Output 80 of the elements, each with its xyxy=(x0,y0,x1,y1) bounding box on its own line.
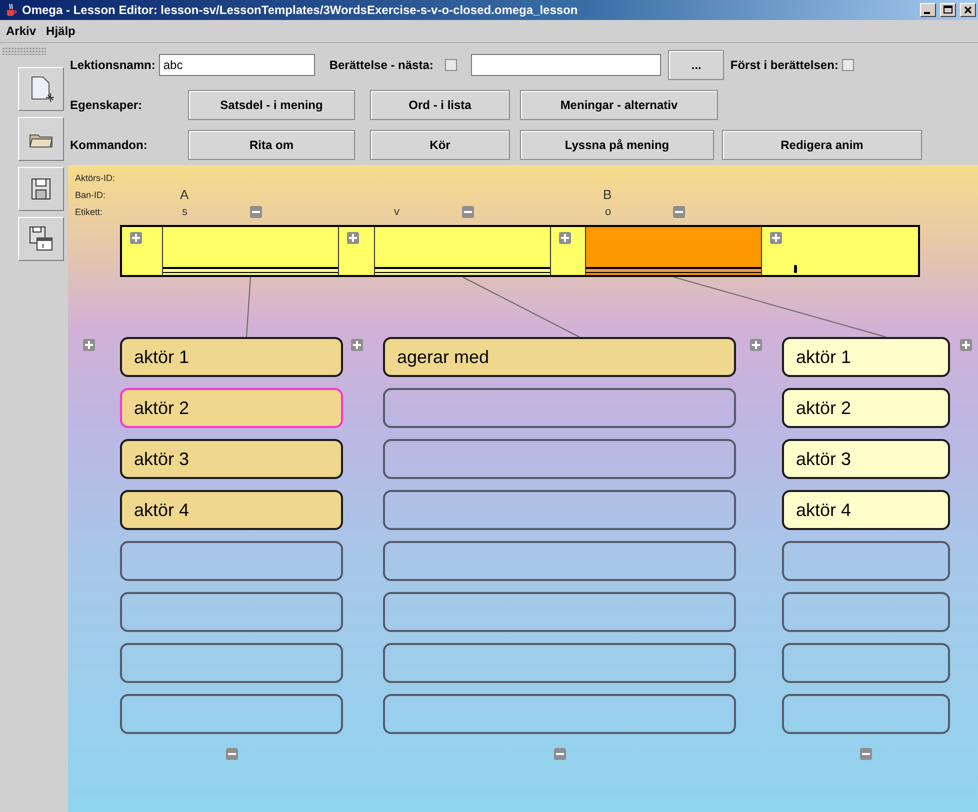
checkbox[interactable] xyxy=(445,59,458,71)
plus-icon[interactable] xyxy=(83,339,95,351)
empty-slot[interactable] xyxy=(782,541,950,581)
empty-slot[interactable] xyxy=(383,490,736,530)
empty-slot[interactable] xyxy=(120,694,343,734)
story-next-field[interactable] xyxy=(471,54,662,76)
slot-label: s xyxy=(182,206,188,218)
save-as-button[interactable] xyxy=(18,217,64,261)
browse-button[interactable]: ... xyxy=(668,50,724,80)
command-button[interactable]: Redigera anim xyxy=(722,130,922,160)
plus-icon[interactable] xyxy=(559,232,571,244)
minus-icon[interactable] xyxy=(250,206,262,218)
window-title: Omega - Lesson Editor: lesson-sv/LessonTemplates/3WordsExercise-s-v-o-closed.omega_lesson xyxy=(22,3,579,17)
field-label: Lektionsnamn: xyxy=(70,58,156,72)
row-label: Etikett: xyxy=(75,206,104,218)
word-card[interactable]: aktör 4 xyxy=(782,490,950,530)
minus-icon[interactable] xyxy=(462,206,474,218)
word-card[interactable]: aktör 3 xyxy=(120,439,343,479)
plus-icon[interactable] xyxy=(130,232,142,244)
maximize-icon[interactable] xyxy=(940,3,956,17)
property-button[interactable]: Satsdel - i mening xyxy=(188,90,355,120)
command-button[interactable]: Lyssna på mening xyxy=(520,130,714,160)
empty-slot[interactable] xyxy=(383,439,736,479)
empty-slot[interactable] xyxy=(383,592,736,632)
command-button[interactable]: Kör xyxy=(370,130,510,160)
empty-slot[interactable] xyxy=(120,643,343,683)
command-button[interactable]: Rita om xyxy=(188,130,355,160)
open-button[interactable] xyxy=(18,117,64,161)
empty-slot[interactable] xyxy=(782,592,950,632)
minus-icon[interactable] xyxy=(860,748,872,760)
word-card[interactable]: aktör 2 xyxy=(120,388,343,428)
empty-slot[interactable] xyxy=(383,694,736,734)
empty-slot[interactable] xyxy=(383,541,736,581)
property-button[interactable]: Ord - i lista xyxy=(370,90,510,120)
minus-icon[interactable] xyxy=(554,748,566,760)
empty-slot[interactable] xyxy=(782,694,950,734)
minus-icon[interactable] xyxy=(226,748,238,760)
slot[interactable] xyxy=(162,227,339,275)
word-card[interactable]: aktör 4 xyxy=(120,490,343,530)
empty-slot[interactable] xyxy=(120,592,343,632)
word-card[interactable]: agerar med xyxy=(383,337,736,377)
field-label: Först i berättelsen: xyxy=(730,58,838,72)
empty-slot[interactable] xyxy=(383,388,736,428)
plus-icon[interactable] xyxy=(770,232,782,244)
ban-id: A xyxy=(180,187,189,202)
minus-icon[interactable] xyxy=(673,206,685,218)
row-label: Kommandon: xyxy=(70,138,148,152)
property-button[interactable]: Meningar - alternativ xyxy=(520,90,718,120)
menu-item[interactable]: Arkiv xyxy=(6,24,36,38)
slot[interactable] xyxy=(374,227,551,275)
close-icon[interactable] xyxy=(960,3,976,17)
connector-line xyxy=(246,276,251,338)
word-card[interactable]: aktör 1 xyxy=(120,337,343,377)
empty-slot[interactable] xyxy=(120,541,343,581)
new-file-button[interactable] xyxy=(18,67,64,111)
word-card[interactable]: aktör 2 xyxy=(782,388,950,428)
slot-label: v xyxy=(394,206,400,218)
row-label: Ban-ID: xyxy=(75,188,107,202)
word-card[interactable]: aktör 3 xyxy=(782,439,950,479)
slot-label: o xyxy=(605,206,612,218)
empty-slot[interactable] xyxy=(782,643,950,683)
row-label: Aktörs-ID: xyxy=(75,172,116,184)
toolbar-grip[interactable] xyxy=(2,47,46,55)
save-button[interactable] xyxy=(18,167,64,211)
menu-item[interactable]: Hjälp xyxy=(46,24,76,38)
plus-icon[interactable] xyxy=(351,339,363,351)
cup-icon xyxy=(4,3,18,17)
ban-id: B xyxy=(603,187,612,202)
minimize-icon[interactable] xyxy=(920,3,936,17)
plus-icon[interactable] xyxy=(960,339,972,351)
checkbox[interactable] xyxy=(842,59,854,71)
floppy-window-icon xyxy=(28,225,54,253)
lesson-name-field[interactable]: abc xyxy=(159,54,316,76)
word-card[interactable]: aktör 1 xyxy=(782,337,950,377)
empty-slot[interactable] xyxy=(383,643,736,683)
row-label: Egenskaper: xyxy=(70,98,144,112)
plus-icon[interactable] xyxy=(750,339,762,351)
field-label: Berättelse - nästa: xyxy=(329,58,434,72)
plus-icon[interactable] xyxy=(347,232,359,244)
slot[interactable] xyxy=(585,227,762,275)
